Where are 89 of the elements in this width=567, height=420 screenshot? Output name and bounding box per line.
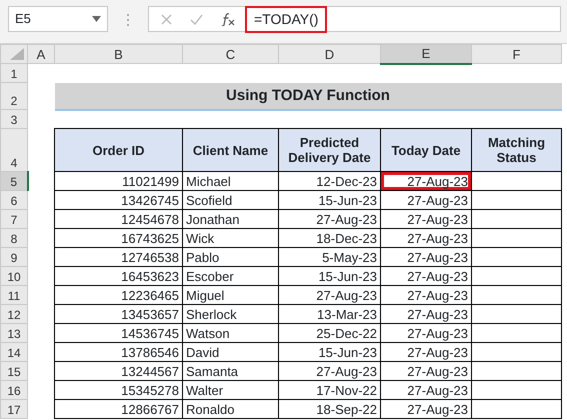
table-cell[interactable]: 27-Aug-23 (380, 362, 472, 380)
table-cell: Miguel (182, 286, 278, 304)
table-cell[interactable]: 27-Aug-23 (380, 380, 472, 400)
row-header[interactable]: 10 (0, 266, 28, 286)
table-cell[interactable]: 27-Aug-23 (380, 266, 472, 286)
table-cell: 27-Aug-23 (278, 286, 380, 304)
table-cell: 27-Aug-23 (278, 210, 380, 228)
table-cell: David (182, 342, 278, 362)
table-cell[interactable]: 27-Aug-23 (380, 324, 472, 342)
table-cell: 13786546 (54, 342, 182, 362)
table-cell[interactable]: 27-Aug-23 (380, 210, 472, 228)
row-header[interactable]: 15 (0, 362, 28, 380)
table-cell: Wick (182, 228, 278, 248)
table-cell: 14536745 (54, 324, 182, 342)
table-cell: Samanta (182, 362, 278, 380)
table-cell: 15-Jun-23 (278, 190, 380, 210)
row-header[interactable]: 13 (0, 324, 28, 342)
table-cell: 11021499 (54, 172, 182, 190)
table-cell: 25-Dec-22 (278, 324, 380, 342)
table-cell: Pablo (182, 248, 278, 266)
table-cell: 13453657 (54, 304, 182, 324)
row-header[interactable]: 14 (0, 342, 28, 362)
table-cell: 16453623 (54, 266, 182, 286)
table-cell[interactable]: 27-Aug-23 (380, 228, 472, 248)
name-box[interactable]: E5 (8, 6, 108, 32)
row-header[interactable]: 16 (0, 380, 28, 400)
table-cell: 15-Jun-23 (278, 342, 380, 362)
table-cell[interactable]: 27-Aug-23 (380, 304, 472, 324)
sheet-title: Using TODAY Function (54, 82, 562, 110)
row-header[interactable]: 9 (0, 248, 28, 266)
table-cell: Jonathan (182, 210, 278, 228)
row-header[interactable]: 12 (0, 304, 28, 324)
table-cell[interactable]: 27-Aug-23 (380, 400, 472, 418)
table-cell: Sherlock (182, 304, 278, 324)
row-header[interactable]: 6 (0, 190, 28, 210)
column-heading: Client Name (182, 128, 278, 172)
formula-text[interactable]: =TODAY() (245, 6, 328, 32)
table-cell: 15345278 (54, 380, 182, 400)
row-header[interactable]: 7 (0, 210, 28, 228)
function-icon[interactable] (221, 12, 235, 26)
drag-handle-icon[interactable] (126, 13, 130, 27)
table-cell: 5-May-23 (278, 248, 380, 266)
table-cell: Ronaldo (182, 400, 278, 418)
table-cell: Escober (182, 266, 278, 286)
table-cell: 12454678 (54, 210, 182, 228)
cancel-icon[interactable] (161, 14, 172, 24)
table-cell: 16743625 (54, 228, 182, 248)
row-header[interactable]: 3 (0, 110, 28, 128)
table-cell: 12236465 (54, 286, 182, 304)
column-header[interactable]: B (54, 44, 182, 64)
table-cell: 12746538 (54, 248, 182, 266)
column-header[interactable]: A (28, 44, 54, 64)
column-header[interactable]: F (472, 44, 562, 64)
table-cell: 13426745 (54, 190, 182, 210)
table-cell: Walter (182, 380, 278, 400)
column-header[interactable]: C (182, 44, 278, 64)
check-icon[interactable] (190, 14, 203, 24)
row-header[interactable]: 5 (0, 172, 28, 190)
table-cell[interactable]: 27-Aug-23 (380, 190, 472, 210)
table-cell: 18-Dec-23 (278, 228, 380, 248)
table-cell[interactable]: 27-Aug-23 (380, 172, 472, 190)
row-header[interactable]: 2 (0, 82, 28, 110)
table-cell: 12866767 (54, 400, 182, 418)
table-cell[interactable]: 27-Aug-23 (380, 248, 472, 266)
table-cell[interactable]: 27-Aug-23 (380, 286, 472, 304)
table-cell: Watson (182, 324, 278, 342)
table-cell: 13-Mar-23 (278, 304, 380, 324)
table-cell: 15-Jun-23 (278, 266, 380, 286)
column-header[interactable]: E (380, 44, 472, 64)
row-header[interactable]: 11 (0, 286, 28, 304)
column-heading: Today Date (380, 128, 472, 172)
column-heading: Predicted Delivery Date (278, 128, 380, 172)
row-header[interactable]: 17 (0, 400, 28, 418)
dropdown-icon[interactable] (92, 16, 101, 22)
table-cell: 27-Aug-23 (278, 362, 380, 380)
table-cell: 17-Nov-22 (278, 380, 380, 400)
table-cell[interactable]: 27-Aug-23 (380, 342, 472, 362)
row-header[interactable]: 8 (0, 228, 28, 248)
column-heading: Matching Status (472, 128, 562, 172)
row-header[interactable]: 4 (0, 128, 28, 172)
table-cell: Michael (182, 172, 278, 190)
select-all-icon[interactable] (10, 48, 24, 60)
column-heading: Order ID (54, 128, 182, 172)
row-header[interactable]: 1 (0, 64, 28, 82)
table-cell: 13244567 (54, 362, 182, 380)
table-cell: 18-Sep-22 (278, 400, 380, 418)
column-header[interactable]: D (278, 44, 380, 64)
table-cell: Scofield (182, 190, 278, 210)
table-cell: 12-Dec-23 (278, 172, 380, 190)
